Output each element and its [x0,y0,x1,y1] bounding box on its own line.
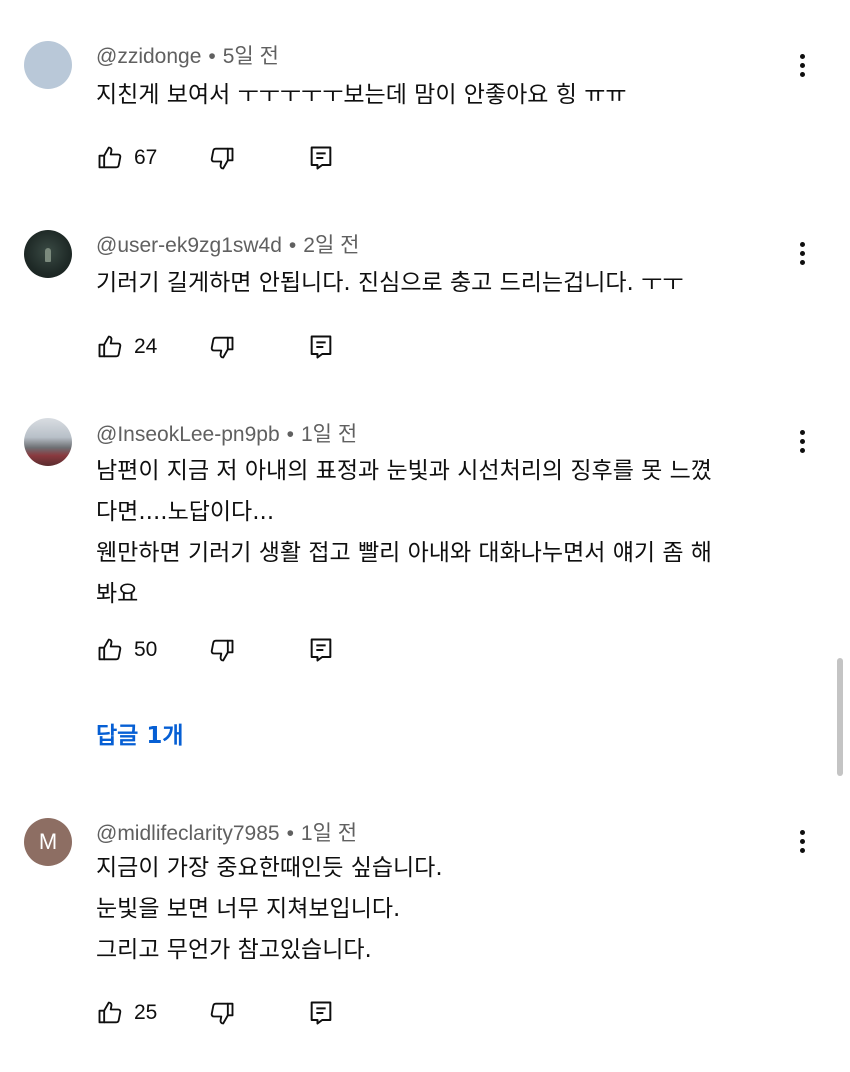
comment-time[interactable]: 1일 전 [301,822,357,845]
thumbs-down-icon [210,1002,234,1025]
comment-author[interactable]: @midlifeclarity7985 [96,822,280,845]
dislike-button[interactable] [208,997,236,1029]
reply-button[interactable] [308,997,334,1029]
like-button[interactable]: 25 [96,997,157,1029]
comment-item: M @midlifeclarity7985 • 1일 전 지금이 가장 중요한때인듯… [0,0,850,1072]
like-count: 25 [134,1001,158,1024]
scrollbar[interactable] [837,658,843,776]
comment-line: 지금이 가장 중요한때인듯 싶습니다. [96,855,443,881]
avatar[interactable]: M [24,818,72,866]
comment-meta: @midlifeclarity7985 • 1일 전 [96,817,357,847]
comment-actions: 25 [96,997,396,1029]
avatar-letter: M [38,829,58,854]
thumbs-up-icon [98,1001,122,1024]
more-vertical-icon [799,829,805,835]
reply-comment-icon [310,1001,332,1025]
comment-line: 그리고 무언가 참고있습니다. [96,937,372,963]
comment-text: 지금이 가장 중요한때인듯 싶습니다. 눈빛을 보면 너무 지쳐보입니다. 그리… [96,848,796,971]
more-vertical-icon-dot [799,838,805,844]
meta-separator: • [286,822,294,845]
more-vertical-icon-dot [799,847,805,853]
comment-line: 눈빛을 보면 너무 지쳐보입니다. [96,896,401,922]
